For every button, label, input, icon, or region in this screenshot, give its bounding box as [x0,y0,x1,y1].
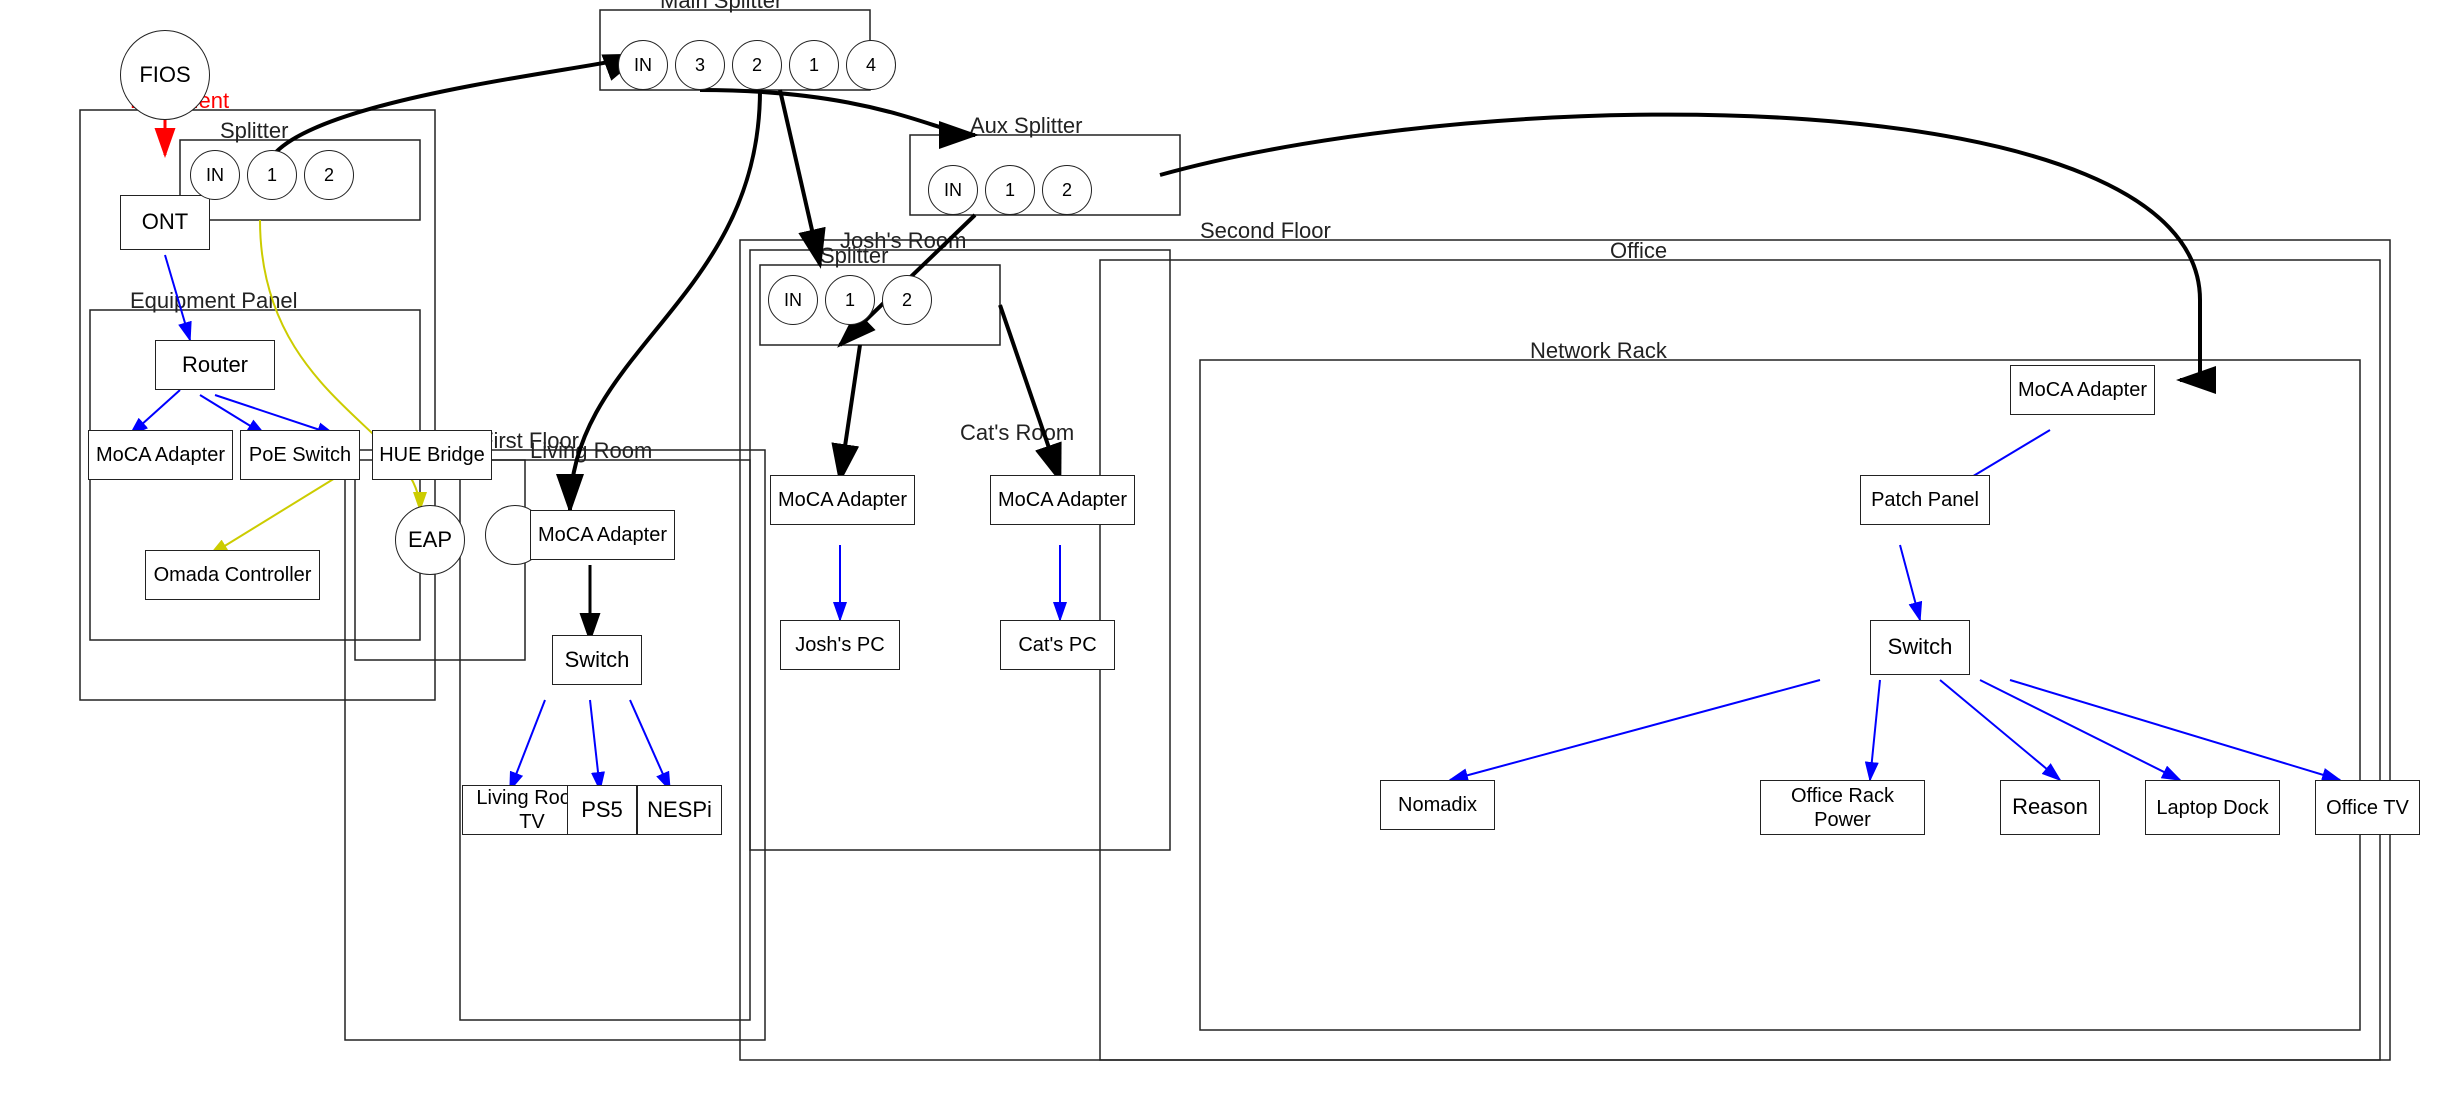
aux-splitter-1: 1 [985,165,1035,215]
basement-splitter-2: 2 [304,150,354,200]
svg-text:Main Splitter: Main Splitter [660,0,782,13]
fios-node: FIOS [120,30,210,120]
main-splitter-2: 2 [732,40,782,90]
nespi-node: NESPi [637,785,722,835]
basement-splitter-in: IN [190,150,240,200]
svg-text:Aux Splitter: Aux Splitter [970,113,1083,138]
basement-splitter-1: 1 [247,150,297,200]
svg-text:Splitter: Splitter [820,243,888,268]
switch-living-node: Switch [552,635,642,685]
hue-bridge-node: HUE Bridge [372,430,492,480]
svg-text:Second Floor: Second Floor [1200,218,1331,243]
aux-splitter-2: 2 [1042,165,1092,215]
nomadix-node: Nomadix [1380,780,1495,830]
poe-switch-node: PoE Switch [240,430,360,480]
main-splitter-4: 4 [846,40,896,90]
laptop-dock-node: Laptop Dock [2145,780,2280,835]
omada-node: Omada Controller [145,550,320,600]
aux-splitter-in: IN [928,165,978,215]
svg-text:Cat's Room: Cat's Room [960,420,1074,445]
moca-cat-node: MoCA Adapter [990,475,1135,525]
josh-pc-node: Josh's PC [780,620,900,670]
svg-text:Office: Office [1610,238,1667,263]
moca-living-node: MoCA Adapter [530,510,675,560]
josh-splitter-2: 2 [882,275,932,325]
ont-node: ONT [120,195,210,250]
josh-splitter-1: 1 [825,275,875,325]
cat-pc-node: Cat's PC [1000,620,1115,670]
router-node: Router [155,340,275,390]
svg-text:Living Room: Living Room [530,438,652,463]
ps5-node: PS5 [567,785,637,835]
main-splitter-1: 1 [789,40,839,90]
svg-text:Splitter: Splitter [220,118,288,143]
office-tv-node: Office TV [2315,780,2420,835]
eap-node: EAP [395,505,465,575]
switch-office-node: Switch [1870,620,1970,675]
reason-node: Reason [2000,780,2100,835]
josh-splitter-in: IN [768,275,818,325]
moca-office-node: MoCA Adapter [2010,365,2155,415]
svg-text:Network Rack: Network Rack [1530,338,1668,363]
moca-josh-node: MoCA Adapter [770,475,915,525]
patch-panel-node: Patch Panel [1860,475,1990,525]
office-rack-power-node: Office Rack Power [1760,780,1925,835]
moca-basement-node: MoCA Adapter [88,430,233,480]
main-splitter-in: IN [618,40,668,90]
main-splitter-3: 3 [675,40,725,90]
